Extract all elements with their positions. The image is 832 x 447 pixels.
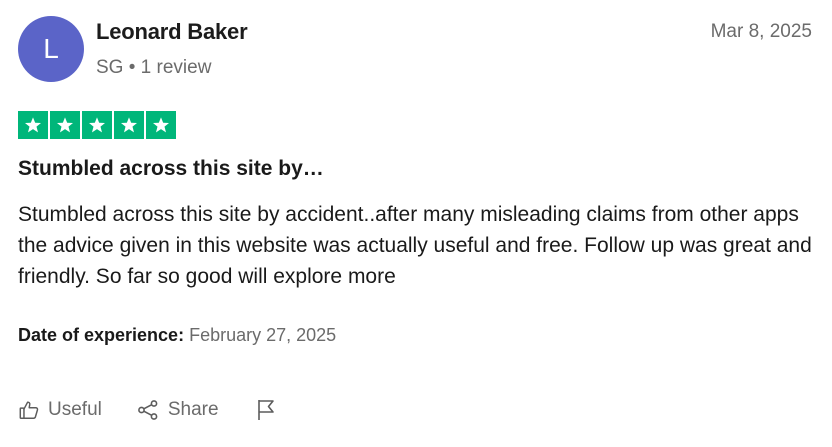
reviewer-name[interactable]: Leonard Baker <box>96 19 248 45</box>
star-icon <box>146 111 176 139</box>
star-icon <box>18 111 48 139</box>
share-button[interactable]: Share <box>136 398 219 422</box>
thumbs-up-icon <box>18 399 40 421</box>
share-icon <box>136 398 160 422</box>
share-label: Share <box>167 399 219 420</box>
star-icon <box>114 111 144 139</box>
experience-date: February 27, 2025 <box>189 325 337 345</box>
useful-label: Useful <box>48 399 102 420</box>
report-button[interactable] <box>255 398 277 422</box>
reviewer-meta: SG • 1 review <box>96 57 212 78</box>
flag-icon <box>255 398 277 422</box>
experience-label: Date of experience: <box>18 325 185 345</box>
star-icon <box>50 111 80 139</box>
star-icon <box>82 111 112 139</box>
review-body: Stumbled across this site by accident..a… <box>18 203 812 288</box>
date-of-experience: Date of experience: February 27, 2025 <box>18 325 336 346</box>
useful-button[interactable]: Useful <box>18 399 102 421</box>
review-actions: Useful Share <box>18 396 277 424</box>
avatar-initial: L <box>43 33 59 64</box>
review-date: Mar 8, 2025 <box>710 21 812 42</box>
review-title[interactable]: Stumbled across this site by… <box>18 157 324 181</box>
avatar: L <box>18 16 84 82</box>
star-rating <box>18 111 176 139</box>
